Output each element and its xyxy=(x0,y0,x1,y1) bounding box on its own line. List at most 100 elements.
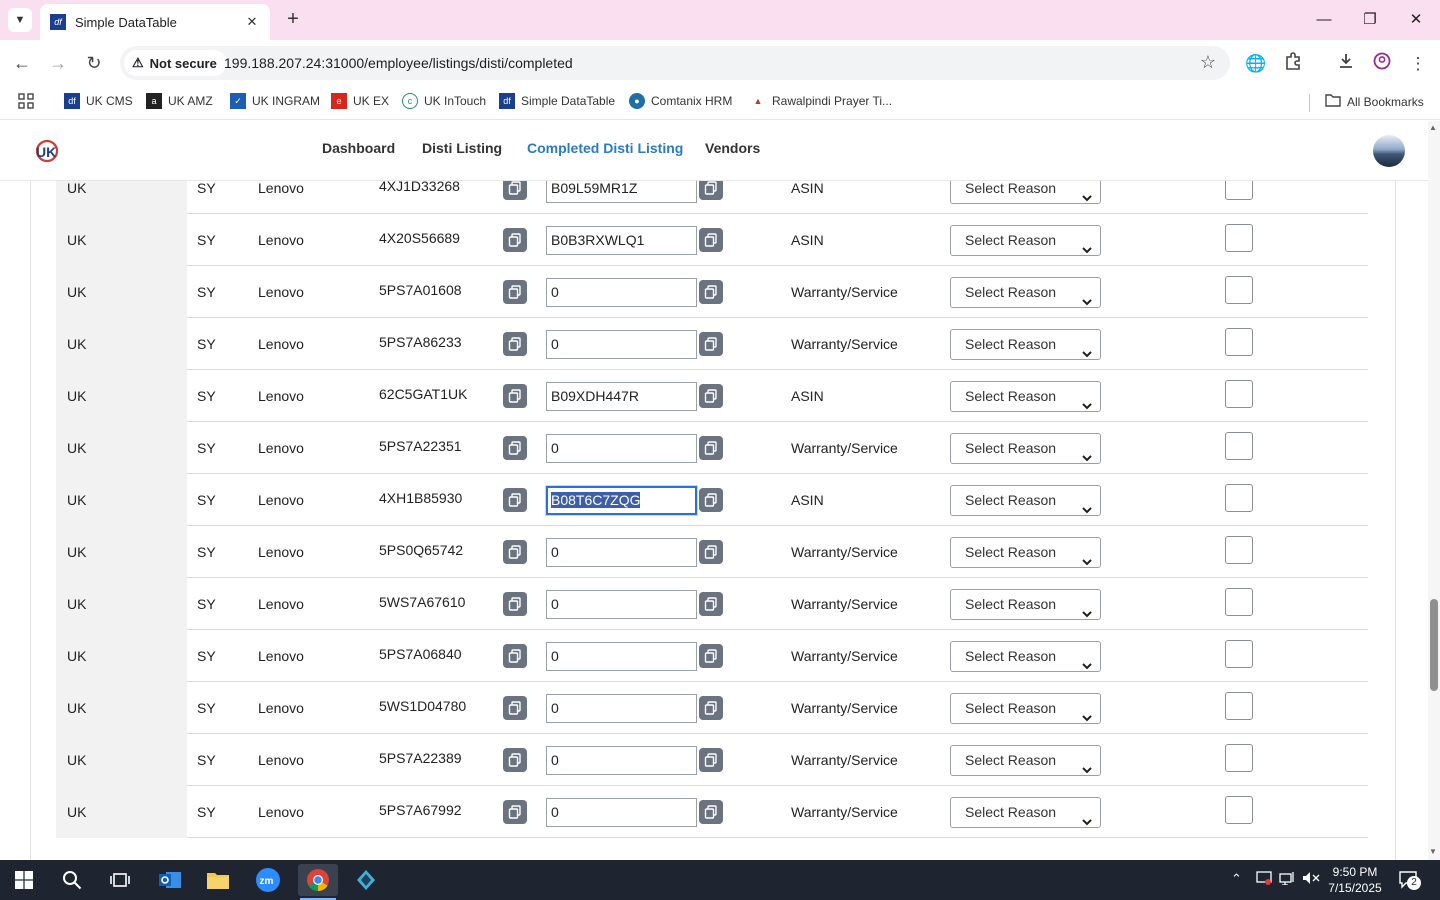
copy-part-button[interactable] xyxy=(503,332,527,356)
close-window-button[interactable]: ✕ xyxy=(1404,8,1428,32)
row-checkbox[interactable] xyxy=(1225,276,1253,304)
downloads-icon[interactable] xyxy=(1334,52,1358,76)
bookmark-uk-ex[interactable]: e UK EX xyxy=(331,93,389,109)
chrome-app[interactable] xyxy=(298,864,338,896)
identifier-input[interactable]: 0 xyxy=(546,642,697,671)
app-diamond[interactable] xyxy=(346,864,386,896)
reason-select[interactable]: Select Reason xyxy=(950,277,1101,308)
identifier-input[interactable]: 0 xyxy=(546,694,697,723)
copy-value-button[interactable] xyxy=(699,280,723,304)
reason-select[interactable]: Select Reason xyxy=(950,589,1101,620)
file-explorer-app[interactable] xyxy=(198,864,238,896)
bookmark-comtanix-hrm[interactable]: ● Comtanix HRM xyxy=(629,93,732,109)
identifier-input[interactable]: B08T6C7ZQG xyxy=(546,486,697,515)
copy-part-button[interactable] xyxy=(503,181,527,200)
copy-part-button[interactable] xyxy=(503,644,527,668)
reason-select[interactable]: Select Reason xyxy=(950,537,1101,568)
network-icon[interactable] xyxy=(1279,871,1297,888)
profile-icon[interactable] xyxy=(1370,52,1394,76)
copy-value-button[interactable] xyxy=(699,436,723,460)
nav-dashboard[interactable]: Dashboard xyxy=(322,140,395,156)
identifier-input[interactable]: 0 xyxy=(546,278,697,307)
row-checkbox[interactable] xyxy=(1225,432,1253,460)
row-checkbox[interactable] xyxy=(1225,692,1253,720)
reason-select[interactable]: Select Reason xyxy=(950,745,1101,776)
row-checkbox[interactable] xyxy=(1225,640,1253,668)
copy-value-button[interactable] xyxy=(699,644,723,668)
scroll-up-icon[interactable]: ▲ xyxy=(1429,123,1437,132)
extensions-icon[interactable] xyxy=(1281,52,1305,76)
reason-select[interactable]: Select Reason xyxy=(950,381,1101,412)
user-avatar[interactable] xyxy=(1373,135,1405,167)
copy-part-button[interactable] xyxy=(503,748,527,772)
nav-completed-disti-listing[interactable]: Completed Disti Listing xyxy=(527,140,683,156)
forward-button[interactable]: → xyxy=(45,50,71,76)
identifier-input[interactable]: 0 xyxy=(546,538,697,567)
copy-value-button[interactable] xyxy=(699,488,723,512)
uk-logo-icon[interactable]: UK xyxy=(33,138,59,164)
row-checkbox[interactable] xyxy=(1225,588,1253,616)
identifier-input[interactable]: 0 xyxy=(546,434,697,463)
identifier-input[interactable]: 0 xyxy=(546,590,697,619)
row-checkbox[interactable] xyxy=(1225,224,1253,252)
bookmark-uk-intouch[interactable]: c UK InTouch xyxy=(402,93,486,109)
close-tab-icon[interactable]: ✕ xyxy=(244,14,260,30)
bookmark-uk-cms[interactable]: df UK CMS xyxy=(64,93,133,109)
reason-select[interactable]: Select Reason xyxy=(950,225,1101,256)
task-view-button[interactable] xyxy=(100,864,140,896)
row-checkbox[interactable] xyxy=(1225,796,1253,824)
reason-select[interactable]: Select Reason xyxy=(950,797,1101,828)
row-checkbox[interactable] xyxy=(1225,484,1253,512)
system-clock[interactable]: 9:50 PM 7/15/2025 xyxy=(1320,864,1390,896)
page-scrollbar[interactable]: ▲ ▼ xyxy=(1428,121,1440,860)
scroll-down-icon[interactable]: ▼ xyxy=(1429,847,1437,856)
nav-disti-listing[interactable]: Disti Listing xyxy=(422,140,502,156)
scrollbar-thumb[interactable] xyxy=(1430,599,1438,691)
identifier-input[interactable]: B09L59MR1Z xyxy=(546,181,697,203)
bookmark-rawalpindi-prayer[interactable]: ▲ Rawalpindi Prayer Ti... xyxy=(750,93,892,109)
tab-search-button[interactable]: ▼ xyxy=(8,8,32,32)
row-checkbox[interactable] xyxy=(1225,744,1253,772)
row-checkbox[interactable] xyxy=(1225,181,1253,200)
translate-icon[interactable]: 🌐 xyxy=(1244,52,1268,76)
reason-select[interactable]: Select Reason xyxy=(950,433,1101,464)
volume-muted-icon[interactable] xyxy=(1302,871,1320,888)
search-button[interactable] xyxy=(52,864,92,896)
copy-value-button[interactable] xyxy=(699,332,723,356)
identifier-input[interactable]: 0 xyxy=(546,330,697,359)
reason-select[interactable]: Select Reason xyxy=(950,329,1101,360)
start-button[interactable] xyxy=(4,864,44,896)
row-checkbox[interactable] xyxy=(1225,328,1253,356)
copy-value-button[interactable] xyxy=(699,181,723,200)
copy-value-button[interactable] xyxy=(699,696,723,720)
security-chip[interactable]: ⚠ Not secure xyxy=(124,50,227,76)
copy-part-button[interactable] xyxy=(503,592,527,616)
bookmark-simple-datatable[interactable]: df Simple DataTable xyxy=(499,93,615,109)
copy-part-button[interactable] xyxy=(503,384,527,408)
nav-vendors[interactable]: Vendors xyxy=(705,140,760,156)
reason-select[interactable]: Select Reason xyxy=(950,641,1101,672)
identifier-input[interactable]: 0 xyxy=(546,798,697,827)
reload-button[interactable]: ↻ xyxy=(81,50,107,76)
copy-value-button[interactable] xyxy=(699,540,723,564)
identifier-input[interactable]: B0B3RXWLQ1 xyxy=(546,226,697,255)
copy-value-button[interactable] xyxy=(699,800,723,824)
copy-value-button[interactable] xyxy=(699,748,723,772)
outlook-app[interactable] xyxy=(150,864,190,896)
notifications-button[interactable]: 2 xyxy=(1398,870,1421,895)
minimize-button[interactable]: — xyxy=(1312,8,1336,32)
bookmark-star-icon[interactable]: ☆ xyxy=(1200,52,1216,73)
copy-part-button[interactable] xyxy=(503,280,527,304)
menu-kebab-icon[interactable]: ⋮ xyxy=(1406,52,1430,76)
zoom-app[interactable]: zm xyxy=(248,864,288,896)
row-checkbox[interactable] xyxy=(1225,536,1253,564)
copy-part-button[interactable] xyxy=(503,540,527,564)
new-tab-button[interactable]: + xyxy=(282,8,304,30)
apps-grid-icon[interactable] xyxy=(18,93,34,109)
reason-select[interactable]: Select Reason xyxy=(950,693,1101,724)
reason-select[interactable]: Select Reason xyxy=(950,181,1101,204)
identifier-input[interactable]: 0 xyxy=(546,746,697,775)
all-bookmarks-button[interactable]: All Bookmarks xyxy=(1325,93,1424,110)
url-text[interactable]: 199.188.207.24:31000/employee/listings/d… xyxy=(224,55,573,71)
copy-part-button[interactable] xyxy=(503,436,527,460)
